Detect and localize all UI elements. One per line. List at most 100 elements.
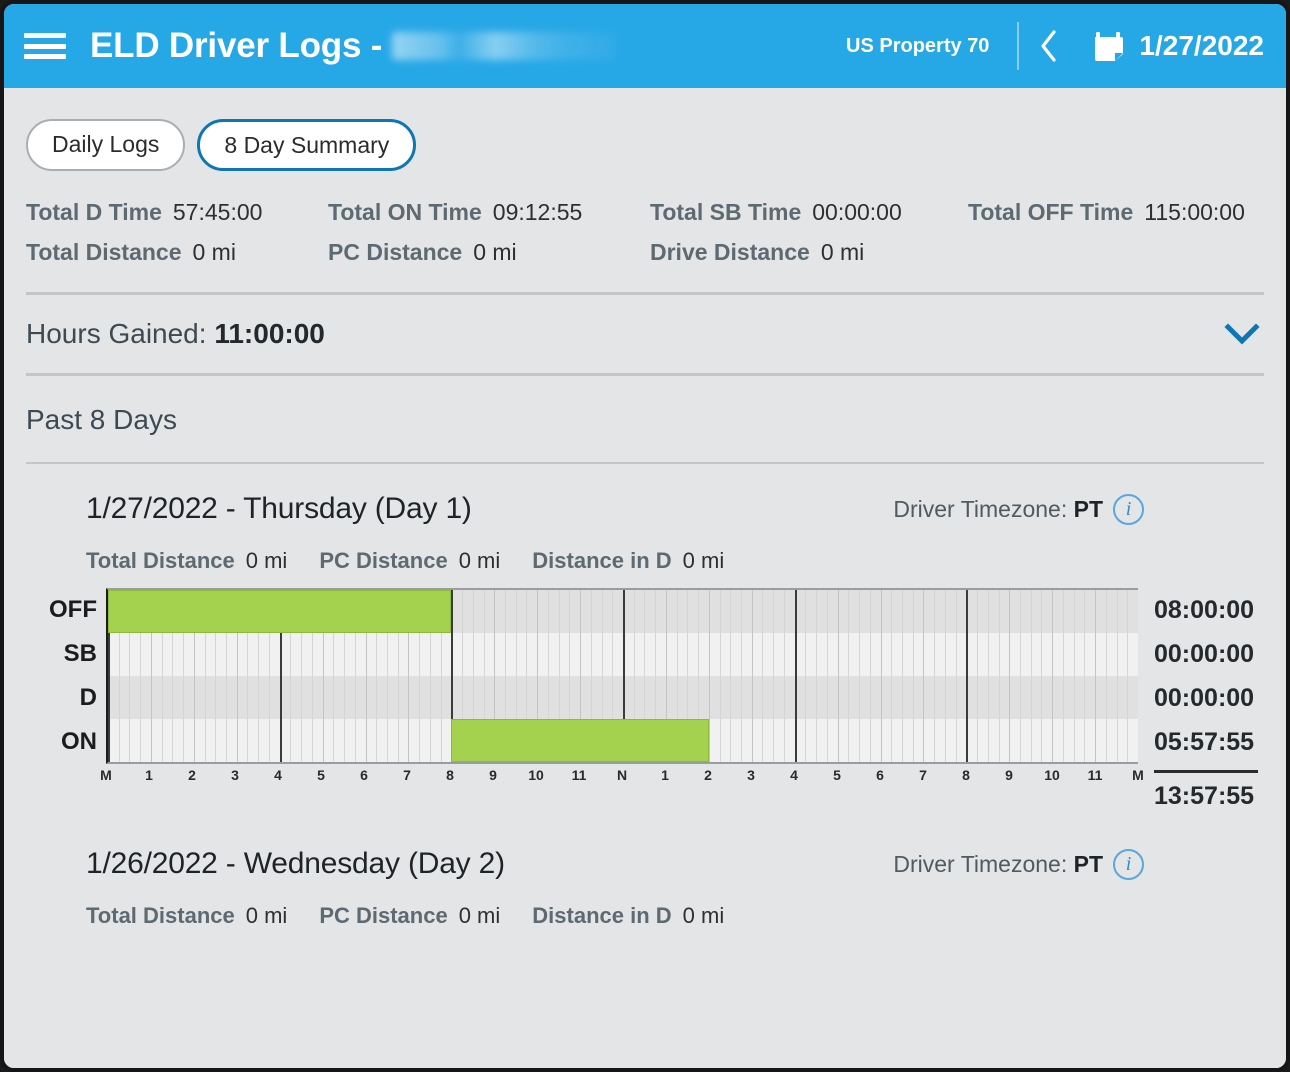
- driver-timezone-group: Driver Timezone: PT i: [893, 493, 1264, 525]
- hamburger-icon[interactable]: [22, 29, 68, 63]
- stat-label: PC Distance: [319, 548, 448, 574]
- graph-x-axis: M 1 2 3 4 5 6 7 8 9 10 11 N 1 2 3 4 5 6 7 8 9 10 11 M: [100, 767, 1144, 793]
- info-icon[interactable]: i: [1113, 848, 1144, 880]
- axis-tick-label: 3: [747, 767, 755, 784]
- day-stat-distance-in-d: Distance in D 0 mi: [532, 548, 724, 574]
- day-title: 1/27/2022 - Thursday (Day 1): [86, 492, 472, 526]
- axis-tick-label: 5: [833, 767, 841, 784]
- chevron-left-icon[interactable]: [1019, 17, 1077, 75]
- row-label-sb: SB: [63, 640, 97, 668]
- calendar-icon: [1091, 29, 1125, 63]
- tab-8-day-summary[interactable]: 8 Day Summary: [197, 119, 417, 172]
- axis-tick-label: 1: [145, 767, 153, 784]
- summary-totals: Total D Time 57:45:00 Total ON Time 09:1…: [4, 171, 1286, 266]
- hamburger-bar: [24, 54, 66, 59]
- header-right-group: US Property 70 1/27/2022: [846, 4, 1264, 88]
- graph-bars: [108, 590, 1138, 763]
- axis-tick-label: 2: [704, 767, 712, 784]
- stat-value: 0 mi: [458, 548, 501, 574]
- stat-total-d-time: Total D Time 57:45:00: [26, 199, 328, 226]
- hamburger-bar: [24, 33, 66, 38]
- timezone-label: Driver Timezone: PT: [893, 496, 1103, 523]
- stat-label: Total ON Time: [328, 199, 482, 226]
- axis-tick-label: 10: [1044, 767, 1060, 784]
- info-icon[interactable]: i: [1113, 493, 1144, 525]
- timezone-value: PT: [1073, 495, 1103, 522]
- stat-label: PC Distance: [319, 903, 448, 929]
- stat-value: 0 mi: [458, 903, 501, 929]
- graph-grid[interactable]: [106, 588, 1138, 765]
- day-card-2: 1/26/2022 - Wednesday (Day 2) Driver Tim…: [4, 819, 1286, 943]
- app-header: ELD Driver Logs - US Property 70 1/27/20…: [4, 4, 1286, 88]
- stat-total-on-time: Total ON Time 09:12:55: [328, 199, 650, 226]
- stat-value: 09:12:55: [492, 199, 583, 226]
- hours-gained-text: Hours Gained: 11:00:00: [26, 318, 325, 350]
- hours-gained-label: Hours Gained:: [26, 318, 215, 350]
- axis-tick-label: 9: [489, 767, 497, 784]
- stat-value: 57:45:00: [172, 199, 263, 226]
- day-stat-distance-in-d: Distance in D 0 mi: [532, 903, 724, 929]
- day-card-header: 1/27/2022 - Thursday (Day 1) Driver Time…: [26, 464, 1264, 526]
- axis-tick-label: 7: [403, 767, 411, 784]
- stat-pc-distance: PC Distance 0 mi: [328, 239, 650, 266]
- stat-total-sb-time: Total SB Time 00:00:00: [650, 199, 968, 226]
- axis-tick-label: 1: [661, 767, 669, 784]
- stat-value: 0 mi: [245, 548, 288, 574]
- view-tabs: Daily Logs 8 Day Summary: [4, 88, 1286, 172]
- day-title: 1/26/2022 - Wednesday (Day 2): [86, 847, 505, 881]
- stat-label: Total SB Time: [650, 199, 802, 226]
- timezone-value: PT: [1073, 850, 1103, 877]
- page-title-text: ELD Driver Logs -: [90, 26, 383, 65]
- hours-gained-section[interactable]: Hours Gained: 11:00:00: [4, 295, 1286, 373]
- day-stat-total-distance: Total Distance 0 mi: [86, 548, 287, 574]
- stat-value: 0 mi: [682, 903, 725, 929]
- stat-total-off-time: Total OFF Time 115:00:00: [968, 199, 1245, 226]
- tab-daily-logs[interactable]: Daily Logs: [26, 119, 186, 172]
- timezone-label-text: Driver Timezone:: [893, 850, 1074, 877]
- date-selector[interactable]: 1/27/2022: [1077, 29, 1264, 63]
- day-stats: Total Distance 0 mi PC Distance 0 mi Dis…: [26, 881, 1264, 943]
- row-total-d: 00:00:00: [1154, 683, 1255, 712]
- axis-tick-label: 4: [274, 767, 282, 784]
- graph-plot-column: M 1 2 3 4 5 6 7 8 9 10 11 N 1 2 3 4 5 6 7 8 9 10 11 M: [100, 588, 1144, 793]
- row-total-sb: 00:00:00: [1154, 639, 1255, 668]
- stat-label: Total Distance: [86, 548, 235, 574]
- driver-timezone-group: Driver Timezone: PT i: [893, 848, 1264, 880]
- stat-label: Drive Distance: [650, 239, 810, 266]
- axis-tick-label: 6: [876, 767, 884, 784]
- axis-tick-label: 11: [1087, 767, 1103, 784]
- row-total-on: 05:57:55: [1154, 727, 1255, 756]
- axis-tick-label: 2: [188, 767, 196, 784]
- axis-tick-label: 11: [571, 767, 587, 784]
- stat-value: 0 mi: [682, 548, 725, 574]
- axis-tick-label: N: [616, 767, 628, 784]
- property-label: US Property 70: [846, 34, 990, 57]
- stat-drive-distance: Drive Distance 0 mi: [650, 239, 864, 266]
- row-total-grand: 13:57:55: [1154, 781, 1255, 810]
- axis-tick-label: M: [1132, 767, 1144, 784]
- graph-bar-off: [108, 590, 452, 634]
- row-label-off: OFF: [49, 596, 97, 624]
- day-stats: Total Distance 0 mi PC Distance 0 mi Dis…: [26, 526, 1264, 588]
- stat-label: Total D Time: [26, 199, 162, 226]
- graph-row-totals: 08:00:00 00:00:00 00:00:00 05:57:55 13:5…: [1138, 588, 1264, 819]
- stat-value: 0 mi: [192, 239, 236, 266]
- chevron-down-icon[interactable]: [1220, 317, 1264, 351]
- eld-driver-logs-app: ELD Driver Logs - US Property 70 1/27/20…: [0, 0, 1290, 1072]
- axis-tick-label: 3: [231, 767, 239, 784]
- stat-value: 0 mi: [245, 903, 288, 929]
- summary-totals-row-2: Total Distance 0 mi PC Distance 0 mi Dri…: [26, 239, 1264, 266]
- hamburger-bar: [24, 43, 66, 49]
- page-title: ELD Driver Logs -: [90, 26, 617, 66]
- row-label-d: D: [79, 684, 97, 712]
- stat-label: Total Distance: [26, 239, 182, 266]
- stat-total-distance: Total Distance 0 mi: [26, 239, 328, 266]
- axis-tick-label: 4: [790, 767, 798, 784]
- day-card-1: 1/27/2022 - Thursday (Day 1) Driver Time…: [4, 464, 1286, 819]
- main-content: Daily Logs 8 Day Summary Total D Time 57…: [4, 88, 1286, 1068]
- axis-tick-label: 8: [446, 767, 454, 784]
- axis-tick-label: 7: [919, 767, 927, 784]
- axis-tick-label: 5: [317, 767, 325, 784]
- stat-value: 0 mi: [473, 239, 517, 266]
- day-stat-total-distance: Total Distance 0 mi: [86, 903, 287, 929]
